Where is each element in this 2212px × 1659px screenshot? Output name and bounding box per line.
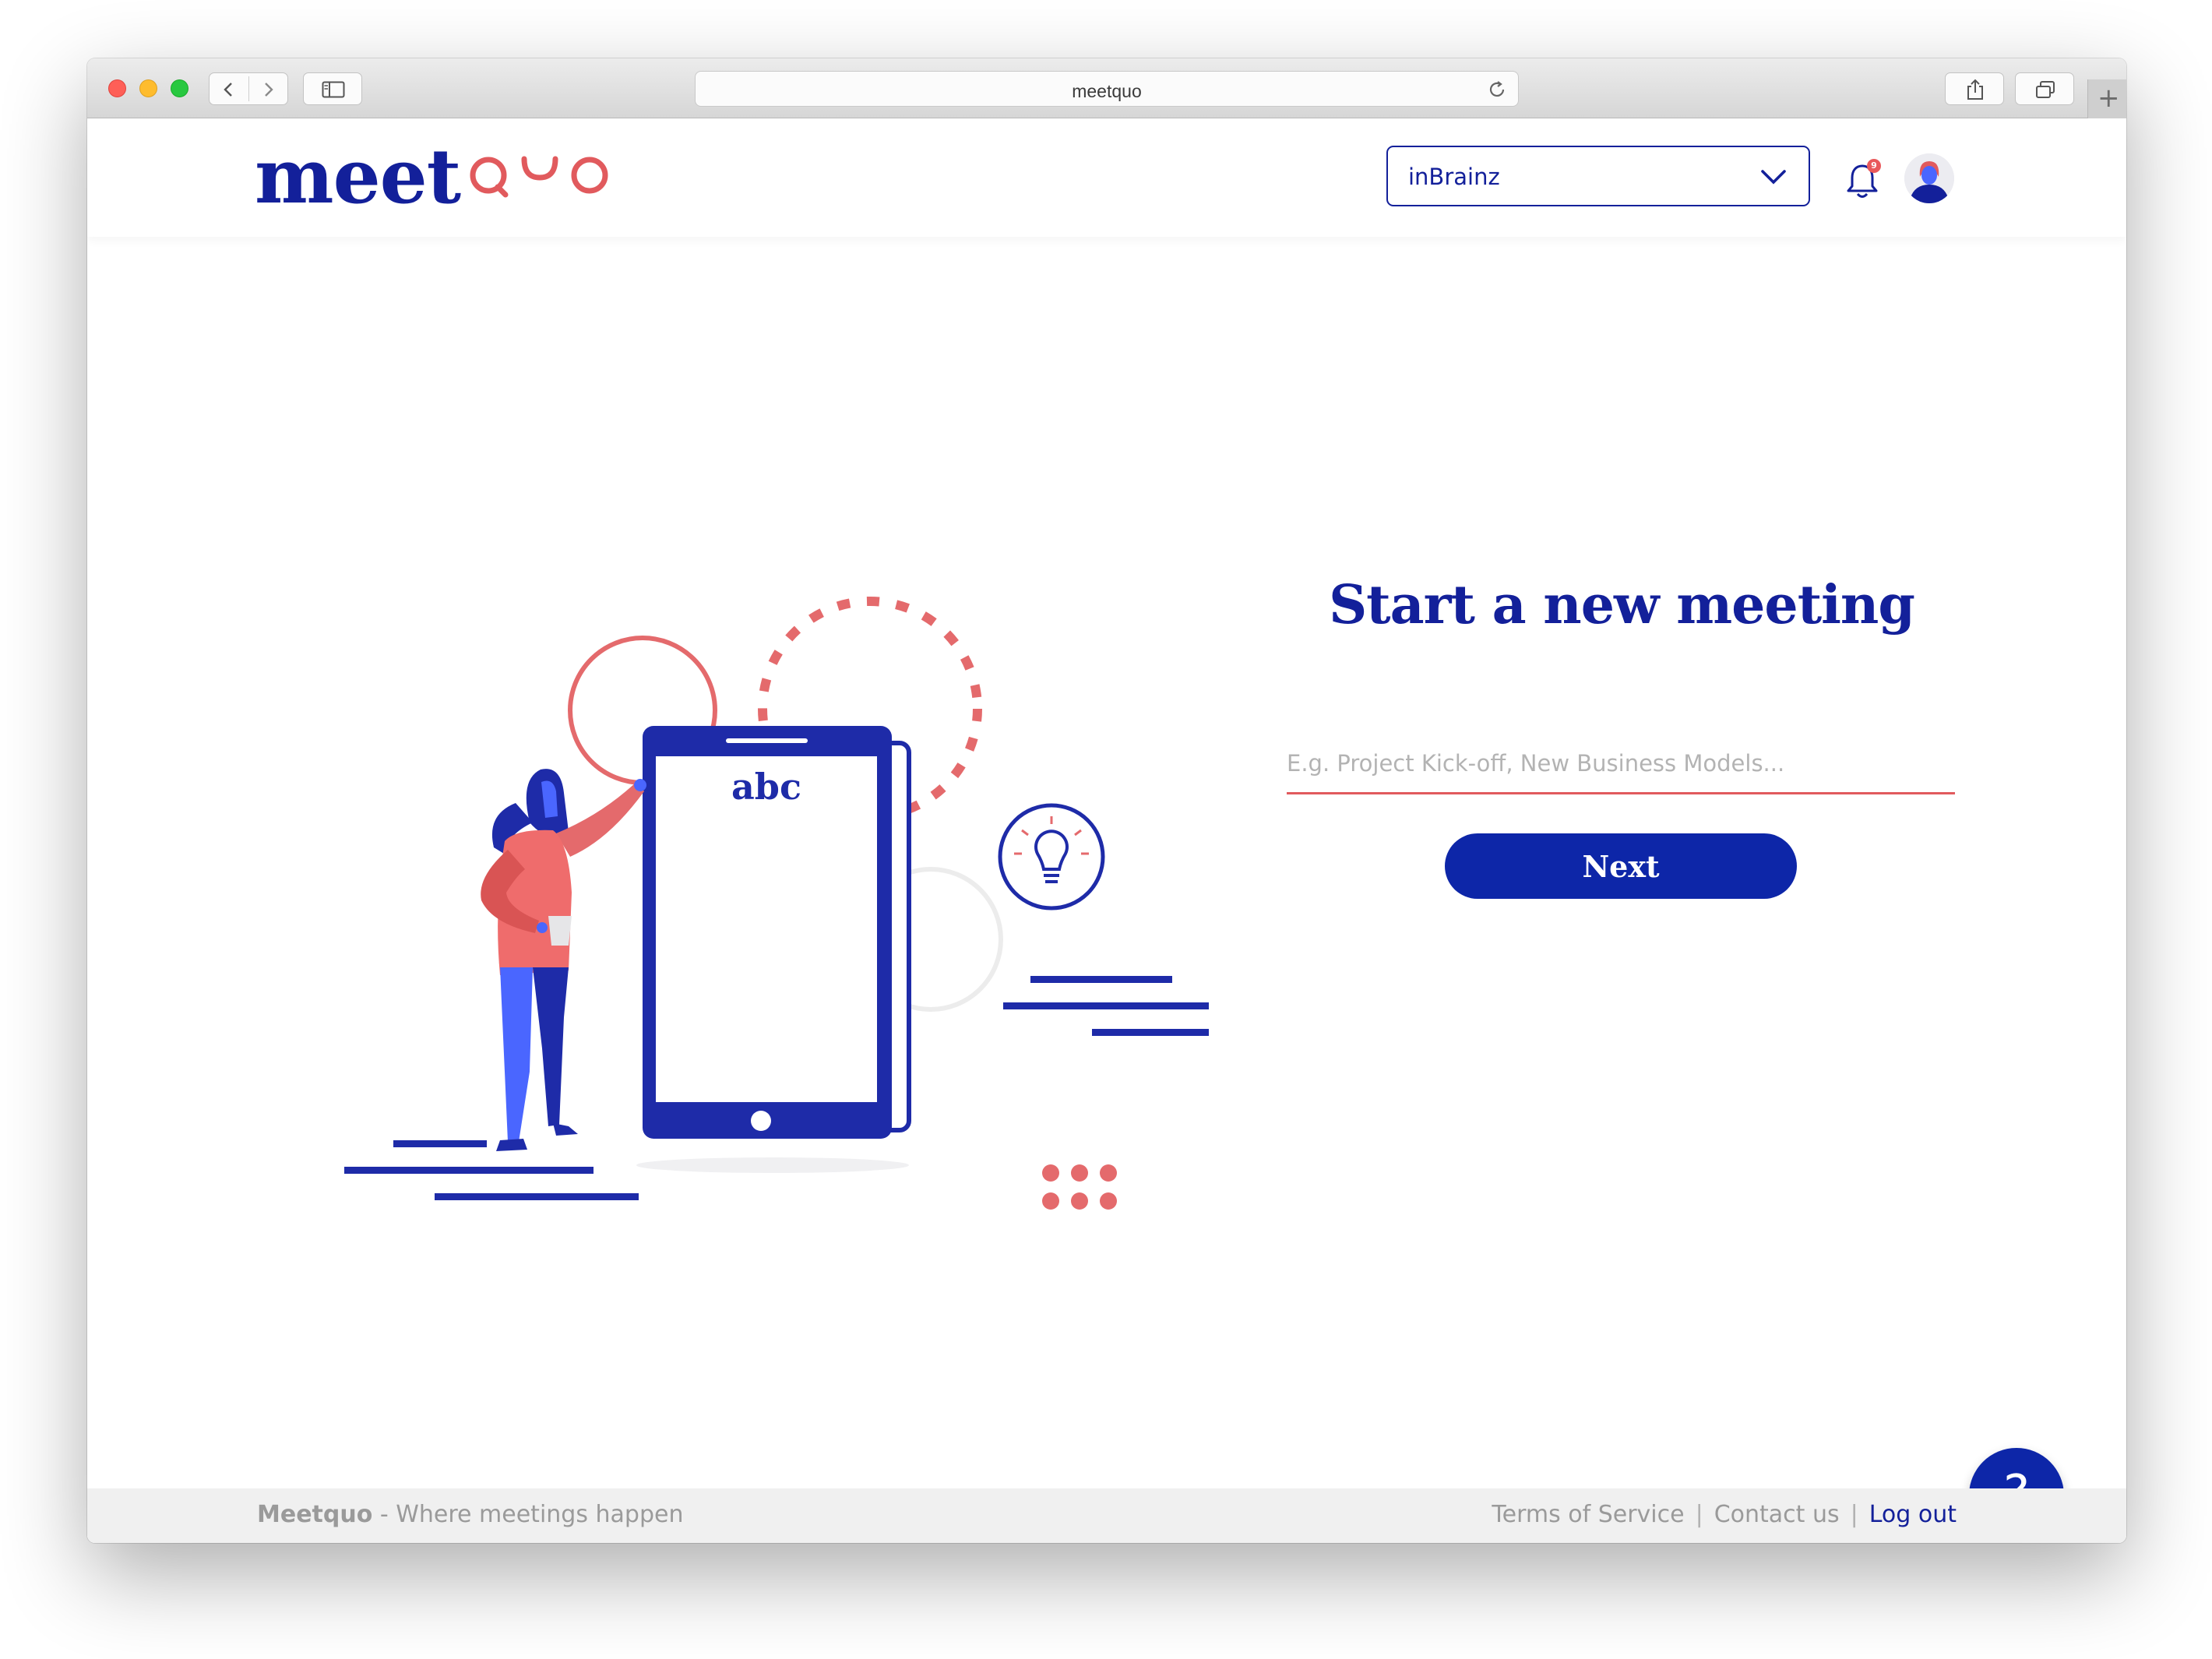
meetquo-logo[interactable]: meet: [255, 132, 613, 220]
browser-toolbar: meetquo +: [87, 58, 2126, 118]
tabs-overview-button[interactable]: [2015, 72, 2074, 105]
new-tab-button[interactable]: +: [2087, 79, 2126, 118]
zoom-window-button[interactable]: [171, 79, 188, 97]
user-avatar-image: [1904, 153, 1954, 203]
lightbulb-icon: [998, 803, 1105, 911]
app-header: meet inBrainz 9: [87, 118, 2126, 237]
footer-tagline-text: - Where meetings happen: [372, 1501, 684, 1528]
tablet-screen-text: abc: [731, 766, 801, 808]
footer-separator: |: [1850, 1501, 1858, 1528]
close-window-button[interactable]: [108, 79, 126, 97]
chevron-down-icon: [1761, 170, 1786, 185]
share-icon: [1967, 79, 1983, 100]
plus-icon: +: [2098, 83, 2120, 114]
organization-select[interactable]: inBrainz: [1386, 146, 1810, 206]
page-content: meet inBrainz 9 abc Start a new meeting …: [87, 118, 2126, 1543]
user-avatar[interactable]: [1904, 153, 1954, 203]
sidebar-icon: [322, 81, 345, 98]
log-out-link[interactable]: Log out: [1869, 1501, 1957, 1528]
logo-text: meet: [255, 132, 461, 220]
contact-us-link[interactable]: Contact us: [1714, 1501, 1840, 1528]
footer-separator: |: [1695, 1501, 1703, 1528]
meeting-name-input[interactable]: [1287, 743, 1955, 794]
footer-links: Terms of Service | Contact us | Log out: [1492, 1501, 1957, 1528]
chevron-left-icon[interactable]: [220, 81, 238, 98]
organization-select-value: inBrainz: [1408, 164, 1500, 190]
footer-tagline: Meetquo - Where meetings happen: [257, 1501, 683, 1528]
tabs-icon: [2036, 81, 2055, 98]
next-button[interactable]: Next: [1445, 833, 1797, 899]
notifications-button[interactable]: 9: [1846, 159, 1885, 204]
navigation-buttons: [209, 72, 288, 105]
url-text: meetquo: [1072, 81, 1142, 101]
terms-of-service-link[interactable]: Terms of Service: [1492, 1501, 1684, 1528]
nav-divider: [248, 76, 249, 101]
sidebar-button[interactable]: [303, 72, 362, 105]
new-meeting-form: Start a new meeting Next: [1287, 572, 1957, 899]
logo-accent-mark: [470, 156, 608, 198]
hero-illustration: abc: [344, 597, 1209, 1210]
minimize-window-button[interactable]: [139, 79, 157, 97]
address-bar[interactable]: meetquo: [695, 71, 1519, 107]
notification-badge: 9: [1867, 159, 1881, 173]
chevron-right-icon[interactable]: [259, 81, 276, 98]
share-button[interactable]: [1945, 72, 2004, 105]
footer: Meetquo - Where meetings happen Terms of…: [87, 1488, 2126, 1543]
footer-brand: Meetquo: [257, 1501, 373, 1528]
browser-window: meetquo + meet inBrainz 9 abc Start a ne…: [87, 58, 2126, 1543]
page-title: Start a new meeting: [1329, 574, 1915, 636]
reload-icon[interactable]: [1487, 79, 1507, 100]
woman-figure: [481, 769, 646, 1151]
dot-grid: [1042, 1164, 1117, 1210]
tablet-screen: [656, 756, 877, 1102]
